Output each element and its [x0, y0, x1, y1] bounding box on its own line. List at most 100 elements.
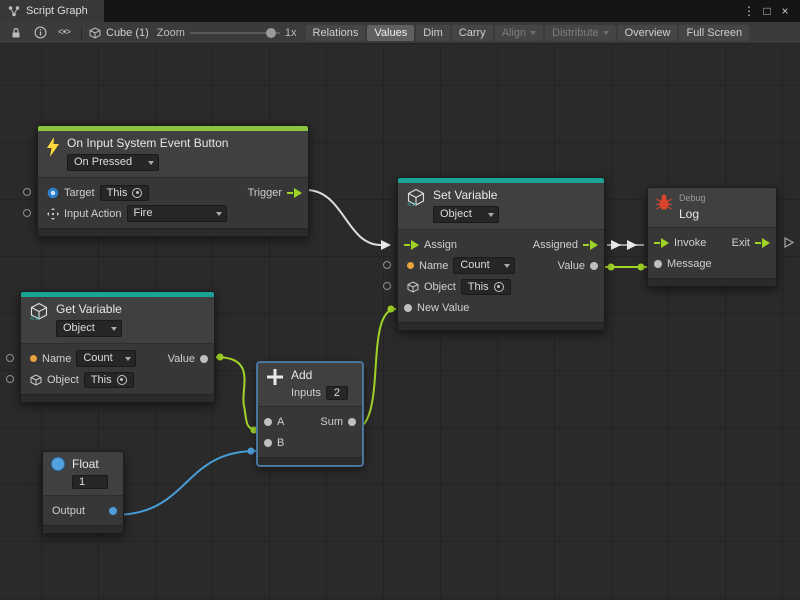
new-value-label: New Value: [417, 302, 469, 314]
name-row: Name Count Value: [398, 255, 604, 276]
node-body: Assign Assigned Name Count Value: [398, 230, 604, 322]
dropdown-value: Count: [83, 352, 112, 364]
input-b-label: B: [277, 437, 284, 449]
name-outer-port[interactable]: [383, 261, 391, 269]
code-icon[interactable]: <•>: [52, 27, 76, 38]
sum-label: Sum: [320, 416, 343, 428]
variable-icon: <>: [29, 302, 49, 322]
tab-title: Script Graph: [26, 5, 88, 17]
node-header: Debug Log: [648, 188, 776, 228]
input-action-dropdown[interactable]: Fire: [127, 205, 227, 222]
zoom-label: Zoom: [157, 27, 185, 39]
target-outer-port[interactable]: [23, 188, 31, 196]
relations-button[interactable]: Relations: [306, 25, 366, 41]
align-button[interactable]: Align: [495, 25, 543, 41]
relations-label: Relations: [313, 27, 359, 39]
node-set-variable[interactable]: <> Set Variable Object Assign Assigned: [397, 177, 605, 331]
node-title: On Input System Event Button: [67, 136, 228, 150]
node-footer: [648, 278, 776, 286]
float-output-port[interactable]: [109, 507, 117, 515]
node-body: Output: [43, 496, 123, 525]
lock-icon[interactable]: [4, 27, 28, 39]
maximize-icon[interactable]: □: [758, 4, 776, 18]
exit-outer-arrow[interactable]: [784, 237, 794, 251]
event-mode-dropdown[interactable]: On Pressed: [67, 154, 159, 171]
chip-value: This: [468, 281, 489, 293]
input-action-icon: [47, 208, 59, 220]
name-port[interactable]: [30, 355, 37, 362]
node-on-input-system-event-button[interactable]: On Input System Event Button On Pressed …: [37, 125, 309, 237]
node-footer: [38, 228, 308, 236]
variable-scope-dropdown[interactable]: Object: [433, 206, 499, 223]
value-output-port[interactable]: [590, 262, 598, 270]
full-screen-label: Full Screen: [686, 27, 742, 39]
input-a-port[interactable]: [264, 418, 272, 426]
tab-script-graph[interactable]: Script Graph: [0, 0, 104, 22]
object-outer-port[interactable]: [6, 375, 14, 383]
input-action-outer-port[interactable]: [23, 209, 31, 217]
value-output-port[interactable]: [200, 355, 208, 363]
node-title: Float: [72, 457, 108, 471]
this-object-chip[interactable]: This: [461, 279, 511, 295]
invoke-flow-port[interactable]: [654, 238, 669, 248]
this-object-chip[interactable]: This: [84, 372, 134, 388]
object-row: Object This: [21, 369, 214, 390]
input-b-port[interactable]: [264, 439, 272, 447]
distribute-label: Distribute: [552, 27, 598, 39]
close-icon[interactable]: ×: [776, 4, 794, 18]
variable-scope-dropdown[interactable]: Object: [56, 320, 122, 337]
name-port[interactable]: [407, 262, 414, 269]
invoke-row: Invoke Exit: [648, 232, 776, 253]
assign-flow-port[interactable]: [404, 240, 419, 250]
dim-label: Dim: [423, 27, 443, 39]
assigned-flow-port[interactable]: [583, 240, 598, 250]
zoom-value: 1x: [285, 27, 297, 39]
assign-label: Assign: [424, 239, 457, 251]
info-icon[interactable]: [28, 26, 52, 39]
target-icon: [494, 282, 504, 292]
object-row: Object This: [398, 276, 604, 297]
name-dropdown[interactable]: Count: [453, 257, 515, 274]
graph-canvas[interactable]: On Input System Event Button On Pressed …: [0, 44, 800, 600]
sum-output-port[interactable]: [348, 418, 356, 426]
distribute-button[interactable]: Distribute: [545, 25, 615, 41]
message-port[interactable]: [654, 260, 662, 268]
object-outer-port[interactable]: [383, 282, 391, 290]
dim-button[interactable]: Dim: [416, 25, 450, 41]
dropdown-value: Count: [460, 259, 489, 271]
output-row: Output: [43, 500, 123, 521]
full-screen-button[interactable]: Full Screen: [679, 25, 749, 41]
zoom-slider-handle[interactable]: [266, 28, 276, 38]
graph-toolbar: <•> Cube (1) Zoom 1x Relations Values Di…: [0, 22, 800, 44]
node-add[interactable]: Add Inputs 2 A Sum: [257, 362, 363, 466]
exit-flow-port[interactable]: [755, 238, 770, 248]
overview-button[interactable]: Overview: [618, 25, 678, 41]
node-category: Debug: [679, 193, 706, 203]
node-title: Log: [679, 207, 706, 221]
this-object-chip[interactable]: This: [100, 185, 150, 201]
window-controls: ⋮ □ ×: [740, 4, 800, 18]
carry-label: Carry: [459, 27, 486, 39]
trigger-flow-port[interactable]: [287, 188, 302, 198]
target-label: Target: [64, 187, 95, 199]
new-value-port[interactable]: [404, 304, 412, 312]
graph-target[interactable]: Cube (1): [89, 27, 149, 39]
script-graph-window: Script Graph ⋮ □ × <•> Cube (1) Zoom 1x …: [0, 0, 800, 600]
zoom-slider[interactable]: [190, 32, 280, 34]
name-outer-port[interactable]: [6, 354, 14, 362]
dropdown-value: On Pressed: [74, 156, 132, 168]
values-button[interactable]: Values: [367, 25, 414, 41]
float-value-field[interactable]: 1: [72, 475, 108, 489]
menu-icon[interactable]: ⋮: [740, 4, 758, 18]
node-float[interactable]: Float 1 Output: [42, 451, 124, 534]
caret-down-icon: [111, 327, 117, 331]
name-dropdown[interactable]: Count: [76, 350, 136, 367]
node-debug-log[interactable]: Debug Log Invoke Exit: [647, 187, 777, 287]
carry-button[interactable]: Carry: [452, 25, 493, 41]
input-system-icon: [47, 187, 59, 199]
name-label: Name: [419, 260, 448, 272]
target-row: Target This Trigger: [38, 182, 308, 203]
node-get-variable[interactable]: <> Get Variable Object Name Count: [20, 291, 215, 403]
caret-down-icon: [504, 264, 510, 268]
inputs-count-field[interactable]: 2: [326, 386, 348, 400]
